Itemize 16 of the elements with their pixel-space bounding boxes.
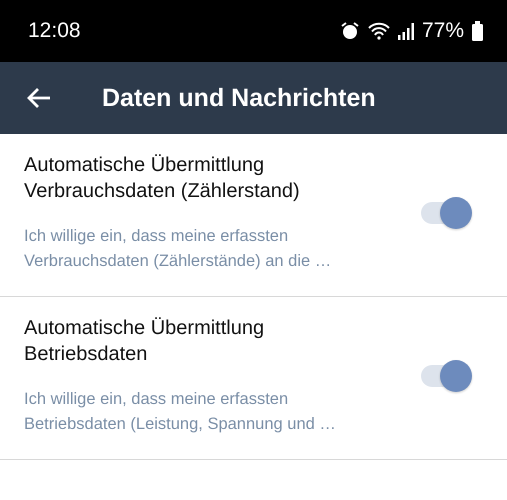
wifi-icon	[368, 22, 390, 40]
toggle-switch[interactable]	[419, 197, 473, 229]
alarm-icon	[340, 21, 360, 41]
setting-description: Ich willige ein, dass meine erfassten Verbrauchsdaten (Zählerstände) an die …	[24, 226, 332, 272]
toggle-switch[interactable]	[419, 360, 473, 392]
setting-description: Ich willige ein, dass meine erfassten Betriebsdaten (Leistung, Spannung und …	[24, 389, 337, 435]
setting-title: Automatische Übermittlung Verbrauchsdaten (Zählerstand)	[24, 153, 301, 204]
signal-icon	[398, 22, 414, 40]
status-time: 12:08	[28, 19, 82, 43]
battery-percent: 77%	[422, 19, 464, 43]
setting-row[interactable]: Automatische Übermittlung Betriebsdaten Ich willige ein, dass meine erfassten Betriebsdaten (Leistung, Spannung und …	[0, 297, 507, 460]
setting-title: Automatische Übermittlung Betriebsdaten	[24, 316, 266, 367]
setting-row[interactable]: Automatische Übermittlung Verbrauchsdaten (Zählerstand) Ich willige ein, dass meine erfassten Verbrauchsdaten (Zählerstände) an die …	[0, 134, 507, 297]
page-title: Daten und Nachrichten	[102, 84, 376, 112]
back-arrow-icon[interactable]	[26, 87, 52, 109]
battery-icon	[472, 21, 483, 41]
